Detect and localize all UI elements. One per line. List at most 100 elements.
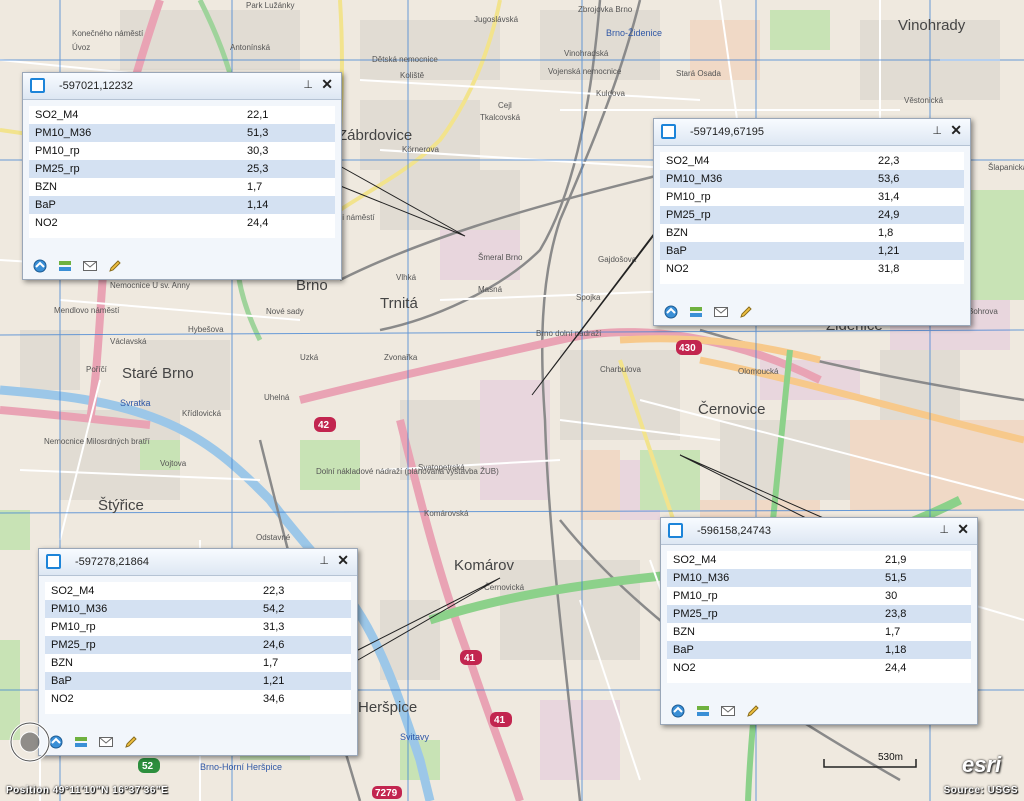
pencil-icon[interactable]: [106, 257, 123, 274]
table-row: PM10_rp 31,4: [666, 191, 900, 203]
street-24: Uzká: [300, 353, 319, 362]
zoom-to-icon[interactable]: [31, 257, 48, 274]
shield-41b: 41: [494, 715, 506, 726]
label-trnita: Trnitá: [380, 295, 418, 312]
label-styrice: Štýřice: [98, 497, 144, 514]
table-row: SO2_M4 22,3: [51, 585, 285, 597]
table-row: NO2 31,8: [666, 263, 900, 275]
table-row: NO2 34,6: [51, 693, 285, 705]
close-icon[interactable]: ✕: [337, 552, 349, 569]
close-icon[interactable]: ✕: [950, 122, 962, 139]
popup-title: -597149,67195: [690, 126, 765, 138]
popup-toolbar: [31, 257, 123, 275]
zoom-to-icon[interactable]: [669, 702, 686, 719]
street-9: Václavská: [110, 337, 147, 346]
street-25: Nové sady: [266, 307, 304, 316]
street-40: Svitavy: [400, 732, 430, 742]
street-29: Komárovská: [424, 509, 469, 518]
pencil-icon[interactable]: [737, 303, 754, 320]
popup-2: -597149,67195 ⊥ ✕ SO2_M4 22,3 PM10_M36 53,…: [653, 118, 971, 326]
popup-title: -597021,12232: [59, 80, 134, 92]
close-icon[interactable]: ✕: [957, 521, 969, 538]
street-38: Vinohradská: [564, 49, 609, 58]
popup-header[interactable]: -597021,12232 ⊥ ✕: [23, 73, 341, 100]
street-45: Brno dolní nádraží: [536, 329, 602, 338]
street-19: Tkalcovská: [480, 113, 521, 122]
shield-430: 430: [679, 343, 696, 354]
popup-window-icon: [661, 124, 676, 139]
street-44: Spojka: [576, 293, 601, 302]
email-icon[interactable]: [81, 257, 98, 274]
shield-42: 42: [318, 420, 330, 431]
scale-label: 530m: [878, 752, 904, 763]
popup-3: -597278,21864 ⊥ ✕ SO2_M4 22,3 PM10_M36 54,…: [38, 548, 358, 756]
email-icon[interactable]: [712, 303, 729, 320]
layers-icon[interactable]: [56, 257, 73, 274]
table-row: PM10_M36 53,6: [660, 170, 964, 188]
street-28: Svatopetrská: [418, 463, 465, 472]
pin-icon[interactable]: ⊥: [939, 523, 949, 536]
street-31: Černovická: [484, 583, 525, 592]
street-20: Körnerova: [402, 145, 439, 154]
table-row: SO2_M4 22,1: [35, 109, 269, 121]
street-11: Křídlovická: [182, 409, 222, 418]
pin-icon[interactable]: ⊥: [319, 554, 329, 567]
table-row: PM10_rp 31,3: [51, 621, 285, 633]
street-43: Šlapanicka: [988, 163, 1024, 172]
popup-4: -596158,24743 ⊥ ✕ SO2_M4 21,9 PM10_M36 51,…: [660, 517, 978, 725]
table-row: BaP 1,21: [660, 242, 964, 260]
pan-navigation-control[interactable]: [8, 720, 52, 764]
email-icon[interactable]: [97, 733, 114, 750]
pin-icon[interactable]: ⊥: [932, 124, 942, 137]
popup-header[interactable]: -596158,24743 ⊥ ✕: [661, 518, 977, 545]
street-32: Charbulova: [600, 365, 641, 374]
table-row: SO2_M4 22,3: [666, 155, 900, 167]
street-12: Nemocnice Milosrdných bratří: [44, 437, 151, 446]
street-30: Odstavné: [256, 533, 291, 542]
street-23: Zvonařka: [384, 353, 418, 362]
pencil-icon[interactable]: [744, 702, 761, 719]
email-icon[interactable]: [719, 702, 736, 719]
layers-icon[interactable]: [687, 303, 704, 320]
table-row: PM10_rp 30,3: [35, 145, 269, 157]
street-10: Poříčí: [86, 365, 108, 374]
street-35: Gajdošova: [598, 255, 637, 264]
street-41: Brno-Horní Heršpice: [200, 762, 282, 772]
table-row: NO2 24,4: [673, 662, 907, 674]
street-18: Cejl: [498, 101, 512, 110]
popup-header[interactable]: -597278,21864 ⊥ ✕: [39, 549, 357, 576]
label-stare-brno: Staré Brno: [122, 365, 194, 382]
scale-bar: [820, 757, 920, 771]
street-6: Nemocnice U sv. Anny: [110, 281, 190, 290]
table-row: BaP 1,18: [667, 641, 971, 659]
table-row: SO2_M4 21,9: [673, 554, 907, 566]
pin-icon[interactable]: ⊥: [303, 78, 313, 91]
street-7: Mendlovo náměstí: [54, 306, 120, 315]
street-34: Svratka: [120, 398, 151, 408]
label-komarov: Komárov: [454, 557, 515, 574]
popup-window-icon: [30, 78, 45, 93]
table-row: PM10_M36 51,3: [29, 124, 335, 142]
layers-icon[interactable]: [72, 733, 89, 750]
attribute-table: SO2_M4 21,9 PM10_M36 51,5 PM10_rp 30 PM25_r…: [667, 551, 971, 683]
shield-41a: 41: [464, 653, 476, 664]
street-46: Šmeral Brno: [478, 253, 523, 262]
table-row: NO2 24,4: [35, 217, 269, 229]
street-17: Park Lužánky: [246, 1, 294, 10]
street-8: Hybešova: [188, 325, 224, 334]
popup-toolbar: [669, 702, 761, 720]
table-row: BZN 1,8: [666, 227, 894, 239]
popup-toolbar: [662, 303, 754, 321]
street-13: Vojtova: [160, 459, 187, 468]
zoom-to-icon[interactable]: [662, 303, 679, 320]
street-21: Vlhká: [396, 273, 417, 282]
pencil-icon[interactable]: [122, 733, 139, 750]
attribute-table: SO2_M4 22,3 PM10_M36 54,2 PM10_rp 31,3 PM25…: [45, 582, 351, 714]
layers-icon[interactable]: [694, 702, 711, 719]
street-1: Brno-Židenice: [606, 28, 662, 38]
close-icon[interactable]: ✕: [321, 76, 333, 93]
popup-window-icon: [668, 523, 683, 538]
popup-header[interactable]: -597149,67195 ⊥ ✕: [654, 119, 970, 146]
table-row: PM10_M36 54,2: [45, 600, 351, 618]
table-row: PM25_rp 24,6: [45, 636, 351, 654]
